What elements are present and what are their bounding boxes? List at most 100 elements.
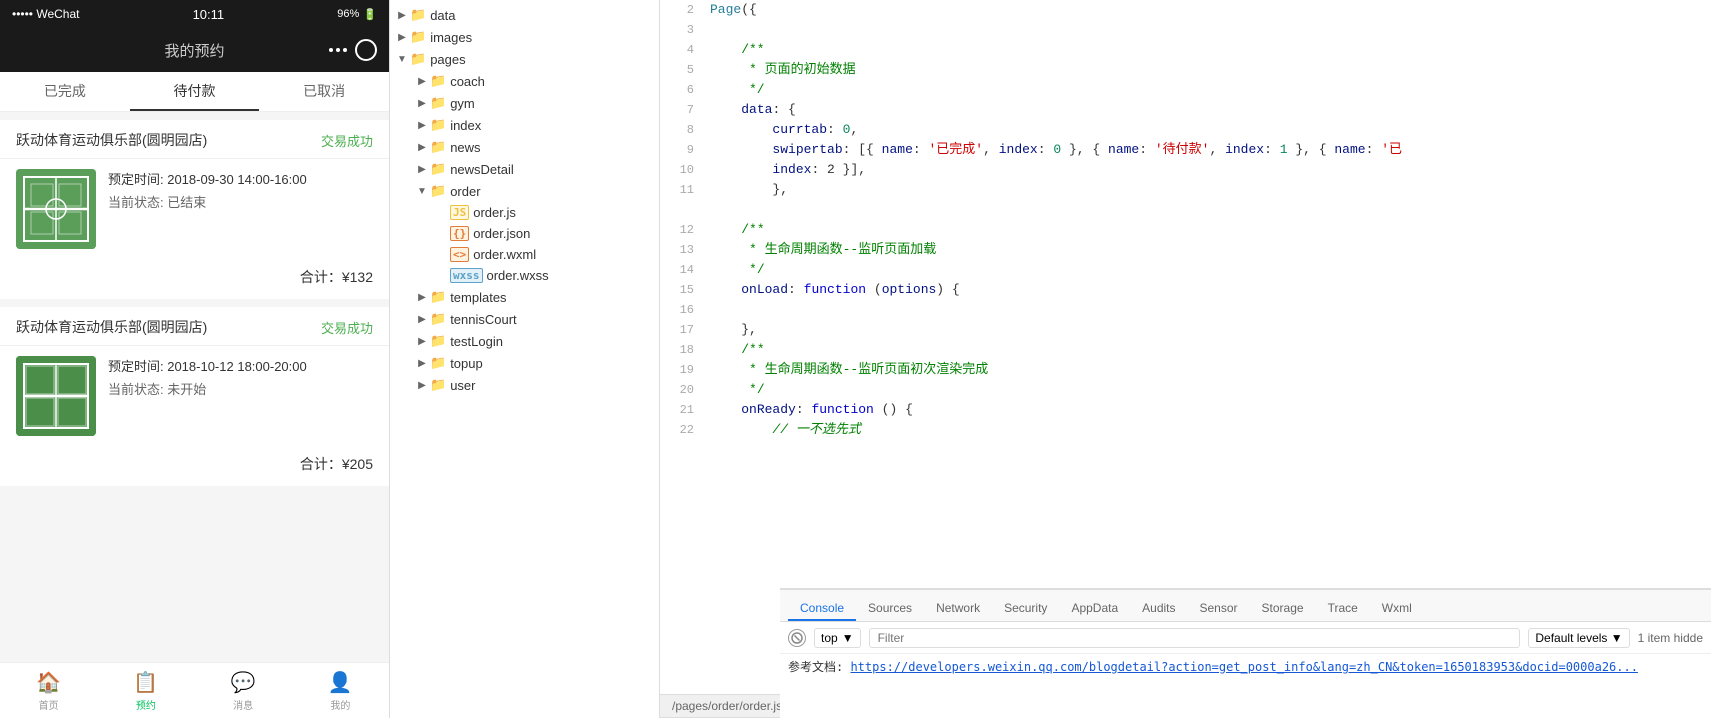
tree-arrow-templates: [414, 292, 430, 303]
tree-item-topup[interactable]: 📁 topup: [390, 352, 659, 374]
home-icon: 🏠: [36, 670, 61, 695]
order-shop-2: 跃动体育运动俱乐部(圆明园店): [16, 317, 207, 337]
folder-icon-order: 📁: [430, 183, 446, 199]
code-file-path: /pages/order/order.js: [672, 699, 782, 713]
bottom-nav-message-label: 消息: [233, 697, 253, 712]
tree-arrow-topup: [414, 358, 430, 369]
tree-item-news[interactable]: 📁 news: [390, 136, 659, 158]
tree-label-order-js: order.js: [473, 205, 516, 220]
tree-item-coach[interactable]: 📁 coach: [390, 70, 659, 92]
console-level-value: Default levels ▼: [1535, 631, 1622, 645]
tree-item-gym[interactable]: 📁 gym: [390, 92, 659, 114]
tab-cancelled[interactable]: 已取消: [259, 72, 389, 111]
phone-bottom-nav: 🏠 首页 📋 预约 💬 消息 👤 我的: [0, 662, 389, 718]
tree-item-order-wxss[interactable]: wxss order.wxss: [390, 265, 659, 286]
tree-label-newsDetail: newsDetail: [450, 162, 514, 177]
order-card-2: 跃动体育运动俱乐部(圆明园店) 交易成功: [0, 307, 389, 486]
tree-item-templates[interactable]: 📁 templates: [390, 286, 659, 308]
tree-arrow-order: [414, 186, 430, 197]
tree-arrow-index: [414, 120, 430, 131]
console-level-select[interactable]: Default levels ▼: [1528, 628, 1629, 648]
order-total-1: 合计：¥132: [0, 259, 389, 299]
console-clear-button[interactable]: [788, 629, 806, 647]
tree-label-user: user: [450, 378, 475, 393]
devtools-tab-storage[interactable]: Storage: [1250, 597, 1316, 621]
console-filter-input[interactable]: [869, 628, 1521, 648]
wxml-icon: <>: [450, 247, 469, 262]
order-total-2: 合计：¥205: [0, 446, 389, 486]
tree-arrow-images: [394, 32, 410, 43]
code-line-20: 20 */: [660, 380, 1711, 400]
nav-more-icon[interactable]: [329, 48, 347, 52]
devtools-tab-audits[interactable]: Audits: [1130, 597, 1187, 621]
code-line-14: 14 */: [660, 260, 1711, 280]
nav-circle-icon[interactable]: [355, 39, 377, 61]
folder-icon-data: 📁: [410, 7, 426, 23]
tree-item-pages[interactable]: 📁 pages: [390, 48, 659, 70]
devtools-tab-trace[interactable]: Trace: [1316, 597, 1370, 621]
tree-label-tennisCourt: tennisCourt: [450, 312, 516, 327]
devtools-tab-wxml[interactable]: Wxml: [1370, 597, 1424, 621]
devtools-tab-network[interactable]: Network: [924, 597, 992, 621]
tree-label-index: index: [450, 118, 481, 133]
file-tree-panel: 📁 data 📁 images 📁 pages: [390, 0, 660, 718]
tree-item-order-json[interactable]: {} order.json: [390, 223, 659, 244]
tree-arrow-tennisCourt: [414, 314, 430, 325]
order-time-1: 预定时间: 2018-09-30 14:00-16:00: [108, 169, 373, 188]
devtools-tab-security[interactable]: Security: [992, 597, 1059, 621]
order-list: 跃动体育运动俱乐部(圆明园店) 交易成功: [0, 112, 389, 662]
devtools-tab-sensor[interactable]: Sensor: [1188, 597, 1250, 621]
chevron-down-icon: ▼: [842, 631, 854, 645]
devtools-tab-console[interactable]: Console: [788, 597, 856, 621]
tree-label-data: data: [430, 8, 455, 23]
devtools-tab-sources[interactable]: Sources: [856, 597, 924, 621]
console-log-link[interactable]: https://developers.weixin.qq.com/blogdet…: [850, 660, 1637, 674]
status-time: 10:11: [193, 7, 225, 22]
tree-label-coach: coach: [450, 74, 485, 89]
tree-arrow-pages: [394, 54, 410, 65]
tree-label-news: news: [450, 140, 480, 155]
booking-icon: 📋: [133, 670, 158, 695]
folder-icon-tennisCourt: 📁: [430, 311, 446, 327]
tree-item-order[interactable]: 📁 order: [390, 180, 659, 202]
folder-icon-coach: 📁: [430, 73, 446, 89]
console-log-area: 参考文档: https://developers.weixin.qq.com/b…: [780, 654, 1711, 718]
bottom-nav-booking[interactable]: 📋 预约: [97, 663, 194, 718]
tree-item-data[interactable]: 📁 data: [390, 4, 659, 26]
tab-completed[interactable]: 已完成: [0, 72, 130, 111]
tree-label-gym: gym: [450, 96, 475, 111]
code-line-10: 10 index: 2 }],: [660, 160, 1711, 180]
tree-item-order-wxml[interactable]: <> order.wxml: [390, 244, 659, 265]
folder-icon-newsDetail: 📁: [430, 161, 446, 177]
tree-label-order-json: order.json: [473, 226, 530, 241]
tree-item-tennisCourt[interactable]: 📁 tennisCourt: [390, 308, 659, 330]
bottom-nav-message[interactable]: 💬 消息: [195, 663, 292, 718]
folder-icon-news: 📁: [430, 139, 446, 155]
bottom-nav-profile[interactable]: 👤 我的: [292, 663, 389, 718]
tree-item-testLogin[interactable]: 📁 testLogin: [390, 330, 659, 352]
code-line-2: 2 Page({: [660, 0, 1711, 20]
file-tree-scroll[interactable]: 📁 data 📁 images 📁 pages: [390, 0, 659, 718]
tree-item-order-js[interactable]: JS order.js: [390, 202, 659, 223]
tree-label-images: images: [430, 30, 472, 45]
tree-item-newsDetail[interactable]: 📁 newsDetail: [390, 158, 659, 180]
status-signal: ••••• WeChat: [12, 7, 79, 21]
bottom-nav-home[interactable]: 🏠 首页: [0, 663, 97, 718]
order-header-2: 跃动体育运动俱乐部(圆明园店) 交易成功: [0, 307, 389, 346]
tree-label-order-wxss: order.wxss: [487, 268, 549, 283]
tree-arrow-newsDetail: [414, 164, 430, 175]
code-line-19: 19 * 生命周期函数--监听页面初次渲染完成: [660, 360, 1711, 380]
tree-item-user[interactable]: 📁 user: [390, 374, 659, 396]
tree-item-index[interactable]: 📁 index: [390, 114, 659, 136]
tree-label-testLogin: testLogin: [450, 334, 503, 349]
tree-label-pages: pages: [430, 52, 465, 67]
devtools-tab-appdata[interactable]: AppData: [1059, 597, 1130, 621]
bottom-nav-booking-label: 预约: [136, 697, 156, 712]
order-status-2: 交易成功: [321, 318, 373, 337]
tree-item-images[interactable]: 📁 images: [390, 26, 659, 48]
order-detail-1: 预定时间: 2018-09-30 14:00-16:00 当前状态: 已结束: [0, 159, 389, 259]
tab-pending[interactable]: 待付款: [130, 72, 260, 111]
folder-icon-user: 📁: [430, 377, 446, 393]
console-context-select[interactable]: top ▼: [814, 628, 861, 648]
order-state-1: 当前状态: 已结束: [108, 192, 373, 211]
